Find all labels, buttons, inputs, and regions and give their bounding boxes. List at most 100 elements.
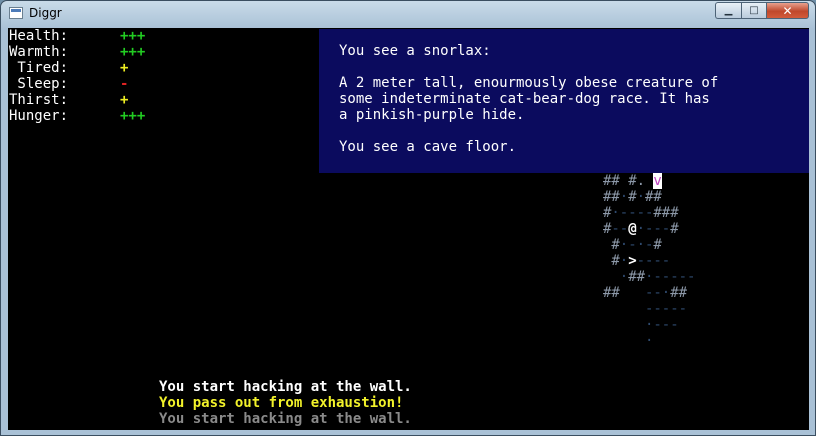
message-log: You start hacking at the wall. You pass o…	[159, 379, 412, 427]
stat-label: Warmth:	[9, 44, 69, 60]
wall-tile: #	[611, 237, 620, 253]
floor-tile: -	[670, 269, 679, 285]
maximize-button[interactable]: □	[741, 2, 766, 19]
app-window: Diggr ▁ □ ✕ Health: +++ Warmth: +++ Tired: +…	[0, 0, 816, 436]
wall-tile: #	[653, 189, 662, 205]
floor-tile: -	[678, 269, 688, 285]
window-controls: ▁ □ ✕	[715, 2, 809, 19]
log-message: You pass out from exhaustion!	[159, 395, 404, 411]
wall-tile: #	[628, 189, 637, 205]
wall-tile: #	[603, 205, 612, 221]
floor-tile: -	[661, 269, 671, 285]
floor-tile: -	[653, 253, 662, 269]
floor-tile: -	[661, 317, 671, 333]
floor-tile: -	[619, 205, 629, 221]
minimize-icon: ▁	[724, 5, 733, 16]
wall-tile: #	[603, 285, 612, 301]
info-line: You see a snorlax:	[339, 43, 491, 59]
floor-tile: .	[636, 173, 646, 189]
title-bar[interactable]: Diggr ▁ □ ✕	[1, 1, 815, 27]
floor-tile: ·	[619, 269, 629, 285]
floor-tile: -	[645, 253, 654, 269]
dungeon-map: # # #. v # # · # · # # # · - - - - # # # # - - @ · - - - # # · - · - # # · > -…	[603, 173, 723, 353]
floor-tile: -	[636, 253, 646, 269]
wall-tile: #	[678, 285, 688, 301]
floor-tile: -	[611, 221, 620, 237]
stat-value: +	[120, 60, 129, 76]
wall-tile: #	[670, 285, 679, 301]
floor-tile: -	[628, 205, 637, 221]
floor-tile: -	[661, 221, 671, 237]
window-title: Diggr	[29, 6, 62, 20]
stat-value: +++	[120, 44, 146, 60]
log-message: You start hacking at the wall.	[159, 379, 412, 395]
floor-tile: -	[619, 221, 629, 237]
floor-tile: ·	[619, 253, 629, 269]
wall-tile: #	[636, 269, 646, 285]
floor-tile: -	[645, 285, 654, 301]
floor-tile: -	[653, 301, 662, 317]
stat-label: Tired:	[9, 60, 69, 76]
floor-tile: ·	[645, 317, 654, 333]
wall-tile: #	[670, 205, 679, 221]
floor-tile: -	[645, 301, 654, 317]
floor-tile: -	[661, 253, 671, 269]
app-icon	[9, 7, 23, 19]
floor-tile: ·	[661, 285, 671, 301]
info-line: You see a cave floor.	[339, 139, 517, 155]
stat-label: Thirst:	[9, 92, 69, 108]
floor-tile: -	[653, 285, 662, 301]
floor-tile: -	[687, 269, 696, 285]
game-screen[interactable]: Health: +++ Warmth: +++ Tired: + Sleep: - Thir…	[8, 28, 809, 430]
floor-tile: -	[653, 317, 662, 333]
wall-tile: #	[611, 253, 620, 269]
wall-tile: #	[670, 221, 679, 237]
info-line: a pinkish-purple hide.	[339, 107, 525, 123]
info-line: A 2 meter tall, enourmously obese creatu…	[339, 75, 719, 91]
log-message: You start hacking at the wall.	[159, 411, 412, 427]
stat-label: Hunger:	[9, 108, 69, 124]
stat-value: +++	[120, 108, 146, 124]
floor-tile: -	[661, 301, 671, 317]
close-icon: ✕	[782, 3, 793, 18]
wall-tile: #	[611, 173, 620, 189]
floor-tile: ·	[619, 237, 629, 253]
wall-tile: #	[653, 205, 662, 221]
stat-label: Health:	[9, 28, 69, 44]
floor-tile: ·	[636, 221, 646, 237]
look-info-panel: You see a snorlax: A 2 meter tall, enourm…	[319, 29, 809, 173]
floor-tile: ·	[636, 189, 646, 205]
wall-tile: #	[645, 189, 654, 205]
floor-tile: -	[670, 301, 679, 317]
maximize-icon: □	[749, 5, 759, 16]
wall-tile: #	[611, 189, 620, 205]
wall-tile: #	[628, 269, 637, 285]
snorlax-glyph: v	[653, 173, 662, 189]
close-button[interactable]: ✕	[766, 2, 809, 19]
wall-tile: #	[603, 189, 612, 205]
floor-tile: ·	[611, 205, 620, 221]
floor-tile: -	[678, 301, 688, 317]
floor-tile: -	[670, 317, 679, 333]
wall-tile: #	[611, 285, 620, 301]
floor-tile: ·	[636, 237, 646, 253]
stat-value: +++	[120, 28, 146, 44]
player-glyph: @	[628, 221, 637, 237]
minimize-button[interactable]: ▁	[715, 2, 741, 19]
floor-tile: -	[653, 269, 662, 285]
info-line: some indeterminate cat-bear-dog race. It…	[339, 91, 710, 107]
floor-tile: -	[645, 237, 654, 253]
floor-tile: ·	[619, 189, 629, 205]
wall-tile: #	[603, 221, 612, 237]
floor-tile: -	[645, 205, 654, 221]
wall-tile: #	[661, 205, 671, 221]
wall-tile: #	[628, 173, 637, 189]
stat-value: -	[120, 76, 129, 92]
floor-tile: ·	[645, 269, 654, 285]
floor-tile: -	[645, 221, 654, 237]
floor-tile: ·	[645, 333, 654, 349]
stairs-glyph: >	[628, 253, 637, 269]
stat-label: Sleep:	[9, 76, 69, 92]
stat-value: +	[120, 92, 129, 108]
wall-tile: #	[603, 173, 612, 189]
